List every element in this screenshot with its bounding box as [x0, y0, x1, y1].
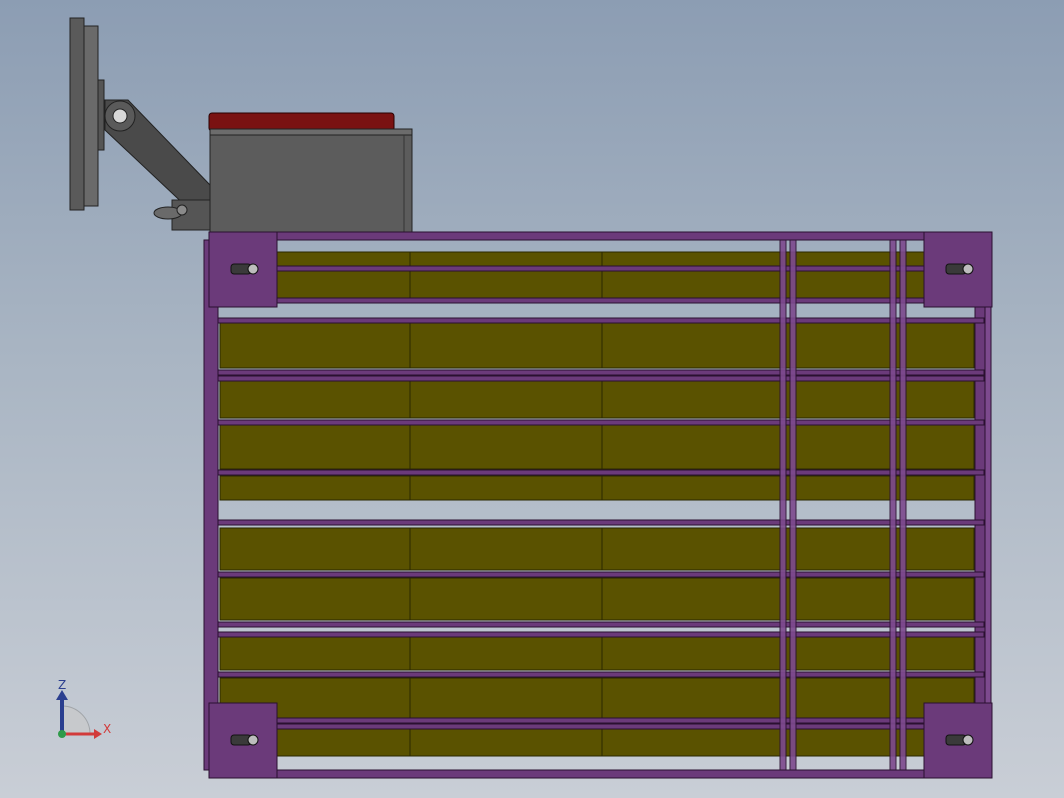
shelf-bar: [217, 375, 985, 382]
panel-cell: [601, 577, 783, 621]
shelf-bar: [217, 671, 985, 678]
model-view[interactable]: [0, 0, 1064, 798]
panel-cell: [409, 251, 603, 301]
shelf-bar: [217, 631, 985, 638]
caster-hub: [247, 734, 259, 746]
panel-cell: [601, 377, 783, 419]
panel-cell: [219, 377, 411, 419]
panel-cell: [781, 577, 975, 621]
panel-cell: [409, 577, 603, 621]
panel-cell: [219, 635, 411, 671]
panel-cell: [601, 725, 783, 757]
vertical-support: [789, 239, 797, 771]
panel-cell: [219, 577, 411, 621]
cad-viewport[interactable]: Z X: [0, 0, 1064, 798]
panel-cell: [601, 677, 783, 721]
panel-cell: [409, 527, 603, 571]
panel-cell: [781, 321, 975, 369]
panel-cell: [601, 424, 783, 470]
shelf-bar: [217, 469, 985, 476]
caster-hub: [962, 734, 974, 746]
x-axis-arrow: [94, 729, 102, 739]
vertical-support: [889, 239, 897, 771]
housing-box[interactable]: [208, 112, 413, 234]
x-axis-label: X: [103, 722, 112, 736]
panel-cell: [601, 475, 783, 501]
panel-cell: [219, 321, 411, 369]
panel-cell: [409, 635, 603, 671]
vertical-support: [779, 239, 787, 771]
top-rail: [209, 231, 991, 241]
panel-cell: [409, 321, 603, 369]
monitor-back: [83, 25, 99, 207]
panel-cell: [409, 677, 603, 721]
knob-bolt: [176, 204, 188, 216]
panel-cell: [781, 475, 975, 501]
housing-lip: [209, 128, 413, 136]
panel-cell: [781, 527, 975, 571]
caster-hub: [247, 263, 259, 275]
panel-cell: [601, 635, 783, 671]
vertical-support: [899, 239, 907, 771]
panel-cell: [781, 635, 975, 671]
panel-cell: [219, 527, 411, 571]
left-post: [203, 239, 219, 771]
arm-pivot-hole: [112, 108, 128, 124]
panel-cell: [219, 475, 411, 501]
right-post-inner: [984, 239, 992, 771]
shelf-bar: [217, 419, 985, 426]
triad-origin: [58, 730, 66, 738]
shelf-bar: [217, 621, 985, 628]
shelf-bar: [217, 519, 985, 526]
shelf-bar: [217, 723, 985, 730]
monitor-assembly[interactable]: [69, 17, 211, 231]
shelf-bar: [217, 571, 985, 578]
axis-triad: [56, 690, 102, 739]
panel-cell: [601, 251, 783, 301]
triad-quadrant: [61, 705, 91, 735]
panel-grid: [219, 251, 975, 757]
housing-body: [209, 128, 413, 234]
shelf-bar: [217, 369, 985, 376]
panel-cell: [409, 475, 603, 501]
monitor-mount-plate: [97, 79, 105, 151]
panel-cell: [601, 527, 783, 571]
panel-cell: [781, 424, 975, 470]
panel-cell: [409, 725, 603, 757]
panel-cell: [409, 377, 603, 419]
panel-cell: [601, 321, 783, 369]
panel-cell: [219, 424, 411, 470]
shelf-bar: [217, 297, 985, 304]
shelf-bar: [217, 717, 985, 724]
monitor-screen: [69, 17, 85, 211]
panel-cell: [781, 377, 975, 419]
cart-frame[interactable]: [203, 231, 993, 779]
caster-hub: [962, 263, 974, 275]
bottom-rail: [209, 769, 991, 779]
shelf-bar: [217, 317, 985, 324]
shelf-bar: [217, 265, 985, 272]
housing-lid: [208, 112, 395, 132]
panel-cell: [409, 424, 603, 470]
z-axis-label: Z: [58, 678, 67, 692]
